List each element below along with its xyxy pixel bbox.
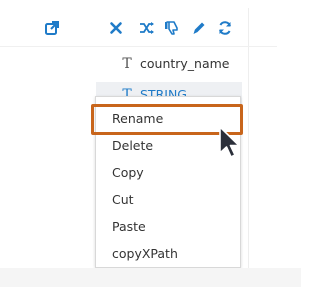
tree-node-country-name[interactable]: Tcountry_name — [120, 51, 270, 77]
close-icon[interactable] — [108, 20, 124, 36]
panel-divider — [248, 8, 249, 268]
menu-item-copy[interactable]: Copy — [96, 160, 240, 186]
menu-item-paste[interactable]: Paste — [96, 214, 240, 240]
text-type-icon: T — [122, 56, 132, 72]
mouse-cursor-icon — [218, 126, 242, 160]
context-menu: Rename Delete Copy Cut Paste copyXPath — [95, 96, 241, 268]
toolbar — [0, 8, 277, 47]
dislike-icon[interactable] — [164, 20, 180, 36]
refresh-icon[interactable] — [217, 20, 233, 36]
edit-icon[interactable] — [191, 20, 207, 36]
open-external-icon[interactable] — [44, 20, 60, 36]
tree-node-label: country_name — [140, 56, 230, 71]
menu-item-copy-xpath[interactable]: copyXPath — [96, 241, 240, 267]
bottom-bar — [0, 268, 301, 287]
menu-item-cut[interactable]: Cut — [96, 187, 240, 213]
shuffle-icon[interactable] — [139, 20, 155, 36]
